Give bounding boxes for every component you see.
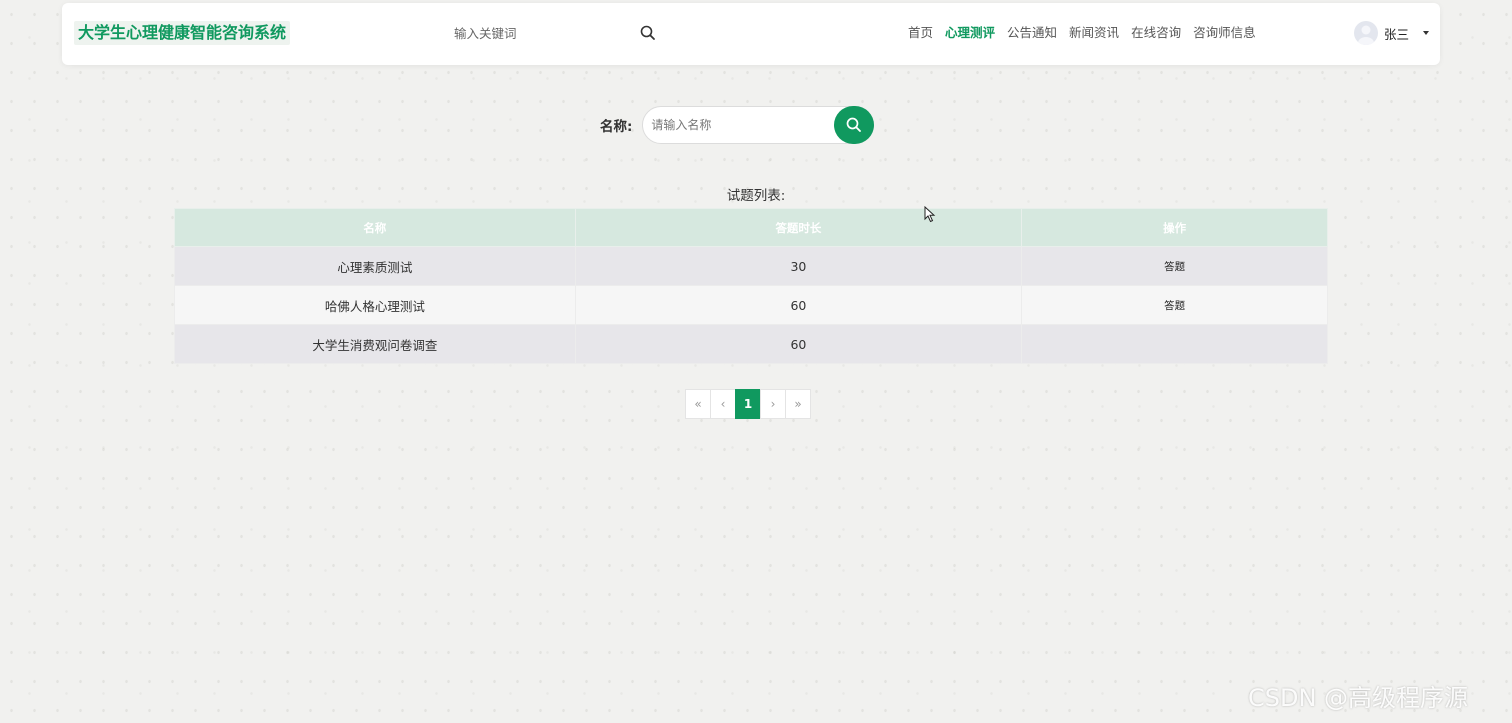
- cell-duration: 60: [574, 285, 1023, 325]
- cell-action: 答题: [1021, 246, 1328, 286]
- cell-name: 大学生消费观问卷调查: [174, 324, 576, 364]
- question-table: 名称 答题时长 操作 心理素质测试 30 答题 哈佛人格心理测试 60 答题 大…: [174, 208, 1328, 364]
- cell-duration: 60: [574, 324, 1023, 364]
- search-icon[interactable]: [638, 23, 658, 43]
- search-icon: [847, 117, 862, 132]
- filter-label: 名称:: [600, 119, 633, 135]
- watermark: CSDN @高级程序源: [1248, 684, 1469, 712]
- user-menu[interactable]: 张三: [1354, 19, 1430, 47]
- keyword-search-input[interactable]: [448, 21, 628, 45]
- nav-home[interactable]: 首页: [908, 22, 933, 44]
- search-button[interactable]: [834, 106, 875, 144]
- list-title: 试题列表:: [726, 188, 786, 204]
- nav-news[interactable]: 新闻资讯: [1069, 22, 1119, 44]
- name-filter: 名称:: [600, 106, 875, 144]
- top-search: [448, 21, 668, 45]
- prev-page-button[interactable]: ‹: [710, 389, 736, 419]
- answer-button[interactable]: 答题: [1161, 257, 1188, 276]
- nav-counselor-info[interactable]: 咨询师信息: [1193, 22, 1256, 44]
- first-page-button[interactable]: «: [685, 389, 711, 419]
- next-page-button[interactable]: ›: [760, 389, 786, 419]
- user-name: 张三: [1384, 26, 1410, 42]
- current-page-button[interactable]: 1: [735, 389, 761, 419]
- nav-online-consult[interactable]: 在线咨询: [1131, 22, 1181, 44]
- nav-psych-assessment[interactable]: 心理测评: [945, 22, 995, 44]
- cell-action: 答题: [1021, 285, 1328, 325]
- table-header-row: 名称 答题时长 操作: [174, 208, 1328, 247]
- cell-action: [1021, 324, 1328, 364]
- column-header-action: 操作: [1021, 208, 1328, 247]
- table-row: 心理素质测试 30 答题: [174, 246, 1328, 286]
- name-search-input[interactable]: [651, 107, 832, 143]
- mouse-cursor-icon: [924, 206, 936, 223]
- column-header-name: 名称: [174, 208, 576, 247]
- brand-title[interactable]: 大学生心理健康智能咨询系统: [74, 21, 291, 45]
- last-page-button[interactable]: »: [785, 389, 811, 419]
- column-header-duration: 答题时长: [574, 208, 1023, 247]
- cell-name: 心理素质测试: [174, 246, 576, 286]
- table-row: 大学生消费观问卷调查 60: [174, 324, 1328, 364]
- cell-duration: 30: [574, 246, 1023, 286]
- avatar: [1354, 21, 1378, 45]
- answer-button[interactable]: 答题: [1161, 296, 1188, 315]
- cell-name: 哈佛人格心理测试: [174, 285, 576, 325]
- filter-box: [642, 106, 875, 144]
- main-nav: 首页 心理测评 公告通知 新闻资讯 在线咨询 咨询师信息: [908, 22, 1268, 44]
- pagination: « ‹ 1 › »: [685, 389, 811, 419]
- nav-announcements[interactable]: 公告通知: [1007, 22, 1057, 44]
- table-row: 哈佛人格心理测试 60 答题: [174, 285, 1328, 325]
- chevron-down-icon[interactable]: [1423, 31, 1430, 35]
